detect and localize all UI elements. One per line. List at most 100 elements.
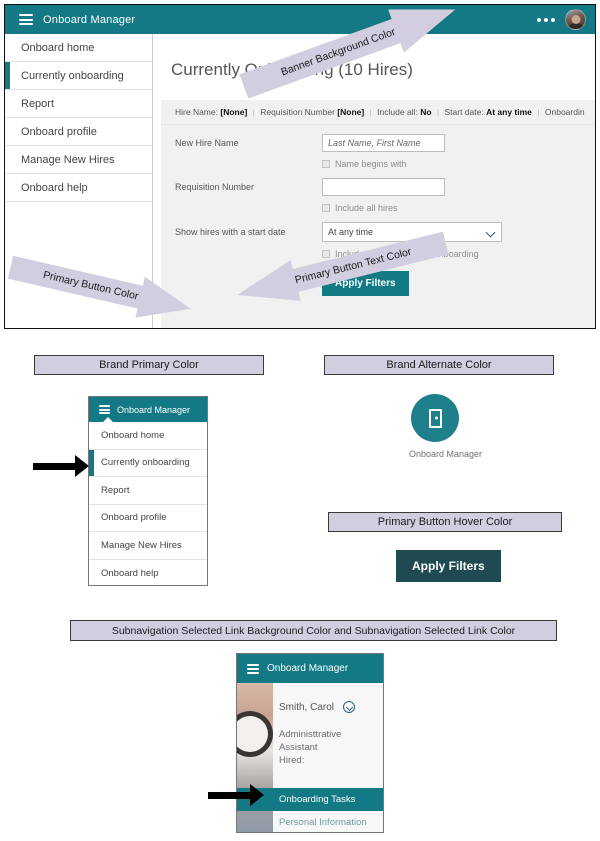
divider: | <box>537 107 540 117</box>
include-ended-row[interactable]: Include hires that ended onboarding <box>322 249 595 259</box>
chevron-down-icon <box>487 228 496 237</box>
sidebar-item-label: Report <box>21 97 55 110</box>
subnav-banner: Onboard Manager <box>237 654 383 683</box>
subnav-title: Onboard Manager <box>267 663 349 674</box>
mini-nav-item-onboard-profile[interactable]: Onboard profile <box>89 505 207 532</box>
app-sidebar: Onboard home Currently onboarding Report… <box>5 34 153 328</box>
mini-nav-item-report[interactable]: Report <box>89 477 207 505</box>
pointer-arrow-brand-primary <box>33 455 89 477</box>
sidebar-item-manage-new-hires[interactable]: Manage New Hires <box>5 146 152 174</box>
filter-summary-value-hire-name: [None] <box>220 107 248 117</box>
sidebar-item-onboard-profile[interactable]: Onboard profile <box>5 118 152 146</box>
callout-label: Subnavigation Selected Link Background C… <box>111 624 516 637</box>
filter-summary-label-req-number: Requisition Number <box>260 107 335 117</box>
callout-label: Brand Alternate Color <box>386 359 492 371</box>
callout-brand-alternate-color: Brand Alternate Color <box>324 355 554 375</box>
filter-summary-value-include-all: No <box>420 107 432 117</box>
app-banner: Onboard Manager <box>5 5 595 34</box>
start-date-row: Show hires with a start date At any time <box>175 222 595 242</box>
subnav-link-personal-information[interactable]: Personal Information <box>237 811 383 832</box>
user-avatar[interactable] <box>565 9 586 30</box>
page-title: Currently Onboarding (10 Hires) <box>171 60 413 79</box>
name-begins-with-row[interactable]: Name begins with <box>322 159 595 169</box>
callout-label: Brand Primary Color <box>99 359 199 371</box>
app-title: Onboard Manager <box>43 13 136 26</box>
app-screenshot-panel: Onboard Manager Onboard home Currently o… <box>4 4 596 329</box>
new-hire-name-input[interactable]: Last Name, First Name <box>322 134 445 152</box>
start-date-select[interactable]: At any time <box>322 222 502 242</box>
mini-nav-item-label: Onboard profile <box>101 512 167 524</box>
sidebar-item-label: Currently onboarding <box>21 69 124 82</box>
requisition-number-row: Requisition Number <box>175 178 595 196</box>
name-begins-with-checkbox[interactable] <box>322 160 330 168</box>
callout-subnav-selected-colors: Subnavigation Selected Link Background C… <box>70 620 557 641</box>
sidebar-item-label: Onboard profile <box>21 125 97 138</box>
callout-primary-button-hover-color: Primary Button Hover Color <box>328 512 562 532</box>
new-hire-name-row: New Hire Name Last Name, First Name <box>175 134 595 152</box>
mini-nav-banner: Onboard Manager <box>89 397 207 423</box>
divider: | <box>436 107 440 117</box>
start-date-label: Show hires with a start date <box>175 227 286 237</box>
include-ended-label: Include hires that ended onboarding <box>335 249 479 259</box>
hamburger-icon[interactable] <box>19 14 33 25</box>
include-all-hires-checkbox[interactable] <box>322 204 330 212</box>
profile-hired-label: Hired: <box>279 754 305 766</box>
mini-nav-item-label: Report <box>101 484 130 496</box>
sidebar-item-report[interactable]: Report <box>5 90 152 118</box>
filter-summary-label-include-all: Include all: <box>377 107 418 117</box>
filter-panel: Hire Name: [None] | Requisition Number [… <box>161 100 595 328</box>
divider: | <box>369 107 372 117</box>
mini-nav-item-label: Onboard help <box>101 567 159 579</box>
mini-nav-item-currently-onboarding[interactable]: Currently onboarding <box>89 449 207 477</box>
subnav-name-row: Smith, Carol <box>279 683 383 713</box>
profile-name: Smith, Carol <box>279 701 335 713</box>
requisition-number-input[interactable] <box>322 178 445 196</box>
include-all-hires-row[interactable]: Include all hires <box>322 203 595 213</box>
chevron-down-icon[interactable] <box>343 701 356 713</box>
sidebar-item-currently-onboarding[interactable]: Currently onboarding <box>5 62 152 90</box>
subnav-panel: Onboard Manager Smith, Carol Administtra… <box>236 653 384 833</box>
filter-summary-label-onboarding: Onboardin <box>544 107 585 117</box>
requisition-number-label: Requisition Number <box>175 182 255 192</box>
start-date-selected-value: At any time <box>328 227 374 237</box>
filter-summary-label-hire-name: Hire Name: <box>175 107 218 117</box>
profile-role-title: Administtrative Assistant <box>279 729 342 753</box>
include-ended-checkbox[interactable] <box>322 250 330 258</box>
badge-icon <box>428 408 442 428</box>
mini-nav-item-onboard-home[interactable]: Onboard home <box>89 422 207 450</box>
sidebar-item-onboard-home[interactable]: Onboard home <box>5 34 152 62</box>
mini-nav-item-onboard-help[interactable]: Onboard help <box>89 560 207 588</box>
ellipsis-icon[interactable] <box>537 17 555 22</box>
subnav-link-label: Onboarding Tasks <box>279 794 356 805</box>
apply-filters-button[interactable]: Apply Filters <box>322 271 409 296</box>
profile-role: Administtrative Assistant Hired: <box>279 729 383 767</box>
mini-nav-panel: Onboard Manager Onboard home Currently o… <box>88 396 208 586</box>
sidebar-item-onboard-help[interactable]: Onboard help <box>5 174 152 202</box>
name-begins-with-label: Name begins with <box>335 159 407 169</box>
apply-filters-hover-button[interactable]: Apply Filters <box>396 550 501 582</box>
include-all-hires-label: Include all hires <box>335 203 398 213</box>
sidebar-item-label: Manage New Hires <box>21 153 115 166</box>
sidebar-item-label: Onboard home <box>21 41 95 54</box>
mini-nav-item-label: Manage New Hires <box>101 539 182 551</box>
filter-summary-value-start-date: At any time <box>486 107 532 117</box>
subnav-link-label: Personal Information <box>279 817 367 828</box>
filter-summary-label-start-date: Start date: <box>444 107 484 117</box>
hamburger-icon[interactable] <box>99 405 110 414</box>
brand-logo-group: Onboard Manager <box>409 394 483 459</box>
divider: | <box>252 107 255 117</box>
callout-label: Primary Button Hover Color <box>377 516 513 528</box>
app-content-area: Currently Onboarding (10 Hires) Hire Nam… <box>153 34 595 328</box>
banner-right-group <box>537 9 595 30</box>
hamburger-icon[interactable] <box>247 663 259 674</box>
brand-logo-label: Onboard Manager <box>409 449 483 459</box>
callout-brand-primary-color: Brand Primary Color <box>34 355 264 375</box>
mini-nav-item-label: Onboard home <box>101 429 165 441</box>
sidebar-item-label: Onboard help <box>21 181 88 194</box>
filter-summary-value-req-number: [None] <box>337 107 365 117</box>
filter-summary-bar: Hire Name: [None] | Requisition Number [… <box>161 100 595 125</box>
subnav-profile-info: Smith, Carol Administtrative Assistant H… <box>237 683 383 767</box>
mini-nav-item-manage-new-hires[interactable]: Manage New Hires <box>89 532 207 560</box>
new-hire-name-label: New Hire Name <box>175 138 239 148</box>
subnav-body: Smith, Carol Administtrative Assistant H… <box>237 683 383 832</box>
